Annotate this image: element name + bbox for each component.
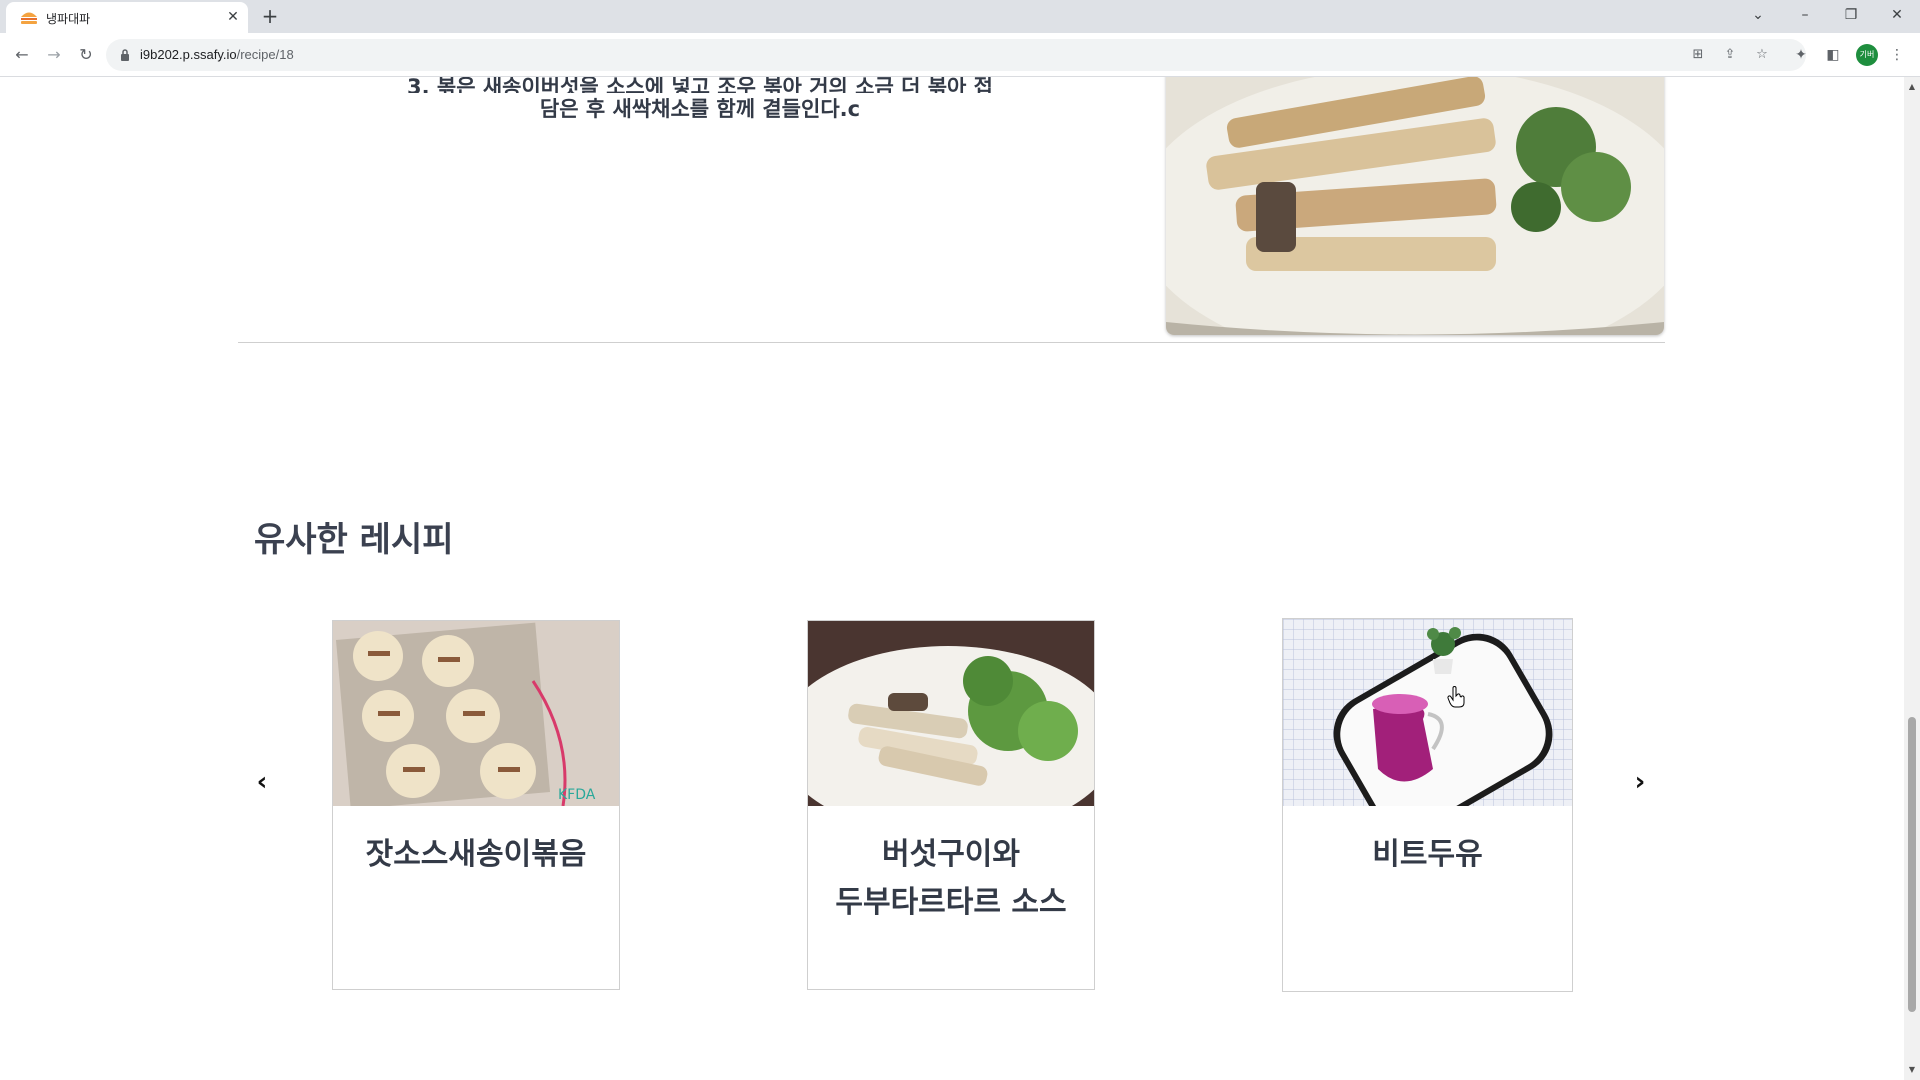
- recipe-card-title: 비트두유: [1283, 831, 1572, 879]
- recipe-step-last-line: 담은 후 새싹채소를 함께 곁들인다.c: [539, 97, 861, 121]
- recipe-step-photo: [1166, 77, 1664, 335]
- similar-recipes-title: 유사한 레시피: [254, 520, 454, 560]
- tab-title: 냉파대파: [46, 12, 91, 26]
- lock-icon: [121, 49, 129, 61]
- reload-icon[interactable]: ↻: [74, 43, 98, 67]
- recipe-card-title: 잣소스새송이볶음: [333, 831, 619, 879]
- recipe-card-image: [808, 621, 1094, 806]
- address-bar[interactable]: i9b202.p.ssafy.io/recipe/18 ⊞ ⇪ ☆: [106, 39, 1806, 71]
- close-window-icon[interactable]: ✕: [1874, 0, 1920, 30]
- minimize-icon[interactable]: –: [1782, 0, 1828, 30]
- page-viewport: 3. 볶은 새송이버섯을 소스에 넣고 조우 볶아 거의 소금 더 볶아 접시에…: [0, 77, 1904, 1080]
- back-icon[interactable]: ←: [10, 43, 34, 67]
- page-scrollbar[interactable]: ▲ ▼: [1904, 77, 1920, 1080]
- grilled-mushroom-image: [1166, 77, 1664, 335]
- recipe-card-title-line1: 버섯구이와: [882, 837, 1020, 872]
- recipe-card-image: [1283, 619, 1572, 806]
- tab-search-icon[interactable]: ⌄: [1735, 0, 1781, 30]
- translate-icon[interactable]: ⊞: [1688, 45, 1708, 65]
- side-panel-icon[interactable]: ◧: [1822, 44, 1844, 66]
- scroll-up-icon[interactable]: ▲: [1908, 83, 1916, 91]
- scroll-thumb[interactable]: [1908, 717, 1916, 1012]
- recipe-card-title-line1: 비트두유: [1372, 837, 1483, 872]
- share-icon[interactable]: ⇪: [1720, 45, 1740, 65]
- recipe-card[interactable]: 버섯구이와 두부타르타르 소스: [807, 620, 1095, 990]
- recipe-step-partial-line: 3. 볶은 새송이버섯을 소스에 넣고 조우 볶아 거의 소금 더 볶아 접시에: [406, 77, 993, 93]
- burger-favicon-icon: [21, 12, 37, 24]
- recipe-card-title-line1: 잣소스새송이볶음: [365, 837, 587, 872]
- extensions-icon[interactable]: ✦: [1790, 44, 1812, 66]
- tab-bar: 냉파대파 ✕ + ⌄ – ❐ ✕: [0, 0, 1920, 33]
- recipe-card-title-line2: 두부타르타르 소스: [835, 885, 1067, 920]
- browser-toolbar: ← → ↻ i9b202.p.ssafy.io/recipe/18 ⊞ ⇪ ☆: [0, 33, 1920, 77]
- restore-icon[interactable]: ❐: [1828, 0, 1874, 30]
- menu-icon[interactable]: ⋮: [1886, 44, 1908, 66]
- recipe-step-text: 3. 볶은 새송이버섯을 소스에 넣고 조우 볶아 거의 소금 더 볶아 접시에…: [400, 77, 1000, 125]
- browser-tab[interactable]: 냉파대파 ✕: [6, 2, 248, 33]
- beet-soymilk-image: [1283, 619, 1572, 806]
- url-text: i9b202.p.ssafy.io/recipe/18: [140, 47, 294, 62]
- kfda-watermark: KFDA: [558, 787, 596, 803]
- pine-nut-mushroom-image: KFDA: [333, 621, 619, 806]
- grilled-mushroom-tofu-image: [808, 621, 1094, 806]
- recipe-card-image: KFDA: [333, 621, 619, 806]
- bookmark-star-icon[interactable]: ☆: [1752, 45, 1772, 65]
- recipe-card[interactable]: 비트두유: [1282, 618, 1573, 992]
- carousel-next-icon[interactable]: ›: [1628, 769, 1652, 795]
- hand-cursor-icon: [1447, 686, 1465, 708]
- scroll-down-icon[interactable]: ▼: [1908, 1066, 1916, 1074]
- section-divider: [238, 342, 1665, 343]
- recipe-card-title: 버섯구이와 두부타르타르 소스: [808, 831, 1094, 927]
- forward-icon[interactable]: →: [42, 43, 66, 67]
- carousel-prev-icon[interactable]: ‹: [250, 769, 274, 795]
- tab-close-icon[interactable]: ✕: [224, 8, 242, 26]
- profile-avatar[interactable]: 기버: [1856, 44, 1878, 66]
- new-tab-icon[interactable]: +: [259, 5, 281, 27]
- recipe-card[interactable]: KFDA 잣소스새송이볶음: [332, 620, 620, 990]
